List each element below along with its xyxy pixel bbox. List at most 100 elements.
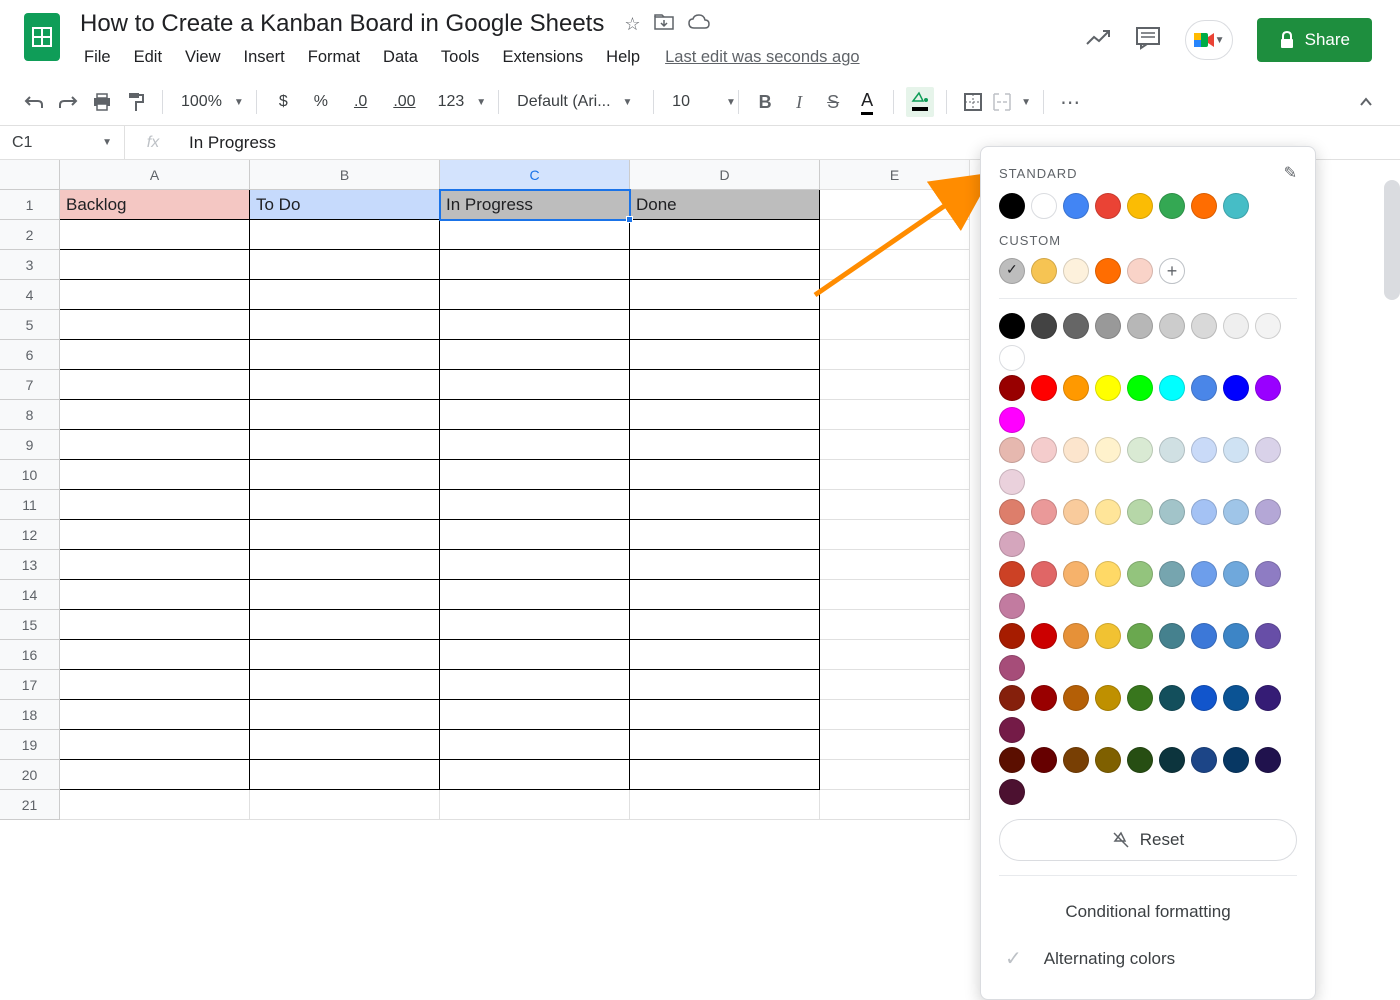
col-header-c[interactable]: C <box>440 160 630 190</box>
row-header[interactable]: 10 <box>0 460 60 490</box>
color-swatch[interactable] <box>999 345 1025 371</box>
cell[interactable] <box>60 490 250 520</box>
color-swatch[interactable] <box>999 469 1025 495</box>
menu-tools[interactable]: Tools <box>431 44 490 71</box>
vertical-scrollbar[interactable] <box>1384 180 1400 300</box>
col-header-e[interactable]: E <box>820 160 970 190</box>
color-swatch[interactable] <box>1063 623 1089 649</box>
font-select[interactable]: Default (Ari...▼ <box>511 93 641 111</box>
color-swatch[interactable] <box>1159 193 1185 219</box>
cell[interactable] <box>60 520 250 550</box>
cell[interactable] <box>440 610 630 640</box>
cell[interactable] <box>60 430 250 460</box>
color-swatch[interactable] <box>1127 623 1153 649</box>
col-header-b[interactable]: B <box>250 160 440 190</box>
menu-insert[interactable]: Insert <box>234 44 295 71</box>
color-swatch[interactable] <box>1159 313 1185 339</box>
cell[interactable] <box>250 520 440 550</box>
color-swatch[interactable] <box>1223 747 1249 773</box>
color-swatch[interactable] <box>1223 313 1249 339</box>
cell[interactable] <box>60 610 250 640</box>
cell[interactable] <box>250 370 440 400</box>
color-swatch[interactable] <box>1255 561 1281 587</box>
row-header[interactable]: 9 <box>0 430 60 460</box>
color-swatch[interactable] <box>999 561 1025 587</box>
italic-button[interactable]: I <box>785 87 813 117</box>
color-swatch[interactable] <box>1255 747 1281 773</box>
color-swatch[interactable] <box>1063 437 1089 463</box>
color-swatch[interactable] <box>1063 747 1089 773</box>
color-swatch[interactable] <box>1095 623 1121 649</box>
color-swatch[interactable] <box>1031 258 1057 284</box>
cell[interactable] <box>440 250 630 280</box>
cell[interactable] <box>630 340 820 370</box>
cell[interactable] <box>820 520 970 550</box>
color-swatch[interactable] <box>1063 685 1089 711</box>
color-swatch[interactable] <box>1063 313 1089 339</box>
color-swatch[interactable] <box>999 375 1025 401</box>
cell[interactable] <box>630 670 820 700</box>
doc-title[interactable]: How to Create a Kanban Board in Google S… <box>74 8 610 40</box>
color-swatch[interactable] <box>1063 193 1089 219</box>
color-swatch[interactable] <box>1127 561 1153 587</box>
cell[interactable] <box>60 340 250 370</box>
row-header[interactable]: 4 <box>0 280 60 310</box>
row-header[interactable]: 18 <box>0 700 60 730</box>
more-button[interactable]: ⋯ <box>1056 87 1086 117</box>
trend-icon[interactable] <box>1085 28 1111 53</box>
fill-color-button[interactable] <box>906 87 934 117</box>
text-color-button[interactable]: A <box>853 87 881 117</box>
color-swatch[interactable] <box>1063 561 1089 587</box>
row-header[interactable]: 14 <box>0 580 60 610</box>
row-header[interactable]: 16 <box>0 640 60 670</box>
color-swatch[interactable] <box>1127 375 1153 401</box>
color-swatch[interactable] <box>1031 561 1057 587</box>
cell[interactable] <box>820 400 970 430</box>
color-swatch[interactable] <box>1255 623 1281 649</box>
cell[interactable]: To Do <box>250 190 440 220</box>
row-header[interactable]: 13 <box>0 550 60 580</box>
name-box[interactable]: C1▼ <box>0 126 125 159</box>
color-swatch[interactable] <box>1191 561 1217 587</box>
cell[interactable] <box>630 520 820 550</box>
color-swatch[interactable] <box>1223 561 1249 587</box>
cell[interactable] <box>440 370 630 400</box>
cell[interactable] <box>820 490 970 520</box>
cell[interactable] <box>250 580 440 610</box>
currency-button[interactable]: $ <box>269 87 298 117</box>
cell[interactable] <box>820 190 970 220</box>
color-swatch[interactable] <box>1159 437 1185 463</box>
merge-button[interactable]: ▼ <box>993 93 1031 111</box>
color-swatch[interactable] <box>1159 623 1185 649</box>
cell[interactable] <box>630 550 820 580</box>
undo-button[interactable] <box>20 87 48 117</box>
cell[interactable] <box>630 430 820 460</box>
color-swatch[interactable] <box>1223 375 1249 401</box>
color-swatch[interactable] <box>999 717 1025 743</box>
color-swatch[interactable] <box>1191 375 1217 401</box>
color-swatch[interactable] <box>999 623 1025 649</box>
cell[interactable] <box>250 310 440 340</box>
color-swatch[interactable] <box>1191 313 1217 339</box>
color-swatch[interactable] <box>1031 623 1057 649</box>
cell[interactable] <box>440 520 630 550</box>
cell[interactable] <box>250 460 440 490</box>
comments-icon[interactable] <box>1135 26 1161 55</box>
color-swatch[interactable] <box>999 685 1025 711</box>
cell[interactable] <box>440 760 630 790</box>
cell[interactable] <box>820 220 970 250</box>
cell[interactable] <box>440 700 630 730</box>
zoom-select[interactable]: 100%▼ <box>175 93 244 111</box>
cell[interactable] <box>820 550 970 580</box>
row-header[interactable]: 6 <box>0 340 60 370</box>
cell[interactable] <box>250 430 440 460</box>
cell[interactable] <box>440 730 630 760</box>
color-swatch[interactable] <box>1127 193 1153 219</box>
cell[interactable] <box>440 280 630 310</box>
color-swatch[interactable] <box>1159 375 1185 401</box>
color-swatch[interactable] <box>999 313 1025 339</box>
cell[interactable] <box>60 370 250 400</box>
cell[interactable] <box>630 250 820 280</box>
alternating-colors-link[interactable]: ✓ Alternating colors <box>999 934 1297 983</box>
cell[interactable] <box>440 790 630 820</box>
